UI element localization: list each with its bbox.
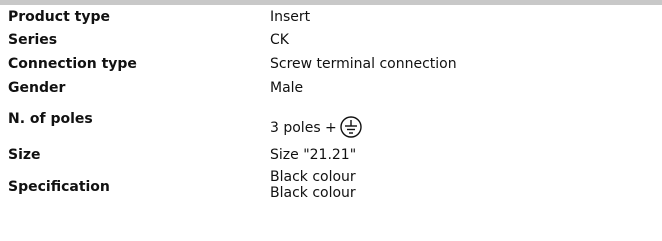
spec-value: Screw terminal connection [270, 56, 457, 72]
spec-value: Insert [270, 9, 311, 25]
spec-value-line: Black colour [270, 185, 356, 201]
spec-value-line: Black colour [270, 169, 356, 185]
spec-label: Series [8, 32, 58, 48]
spec-row-poles: N. of poles 3 poles + [0, 102, 662, 143]
spec-label: Product type [8, 9, 110, 25]
spec-table: Product type Insert Series CK Connection… [0, 5, 662, 207]
spec-value: CK [270, 32, 289, 48]
spec-value: Male [270, 80, 304, 96]
spec-value: Black colour Black colour [270, 169, 356, 201]
spec-row-product-type: Product type Insert [0, 5, 662, 29]
spec-label: Gender [8, 80, 66, 96]
spec-label: N. of poles [8, 111, 93, 127]
spec-label: Size [8, 147, 41, 163]
ground-icon [340, 116, 362, 138]
spec-value: Size "21.21" [270, 147, 357, 163]
spec-row-series: Series CK [0, 29, 662, 53]
spec-value: 3 poles + [270, 116, 362, 138]
spec-label: Specification [8, 179, 110, 195]
spec-label: Connection type [8, 56, 137, 72]
spec-row-connection-type: Connection type Screw terminal connectio… [0, 53, 662, 77]
spec-row-size: Size Size "21.21" [0, 143, 662, 167]
poles-value-text: 3 poles + [270, 120, 337, 136]
spec-row-gender: Gender Male [0, 77, 662, 102]
spec-row-specification: Specification Black colour Black colour [0, 167, 662, 207]
